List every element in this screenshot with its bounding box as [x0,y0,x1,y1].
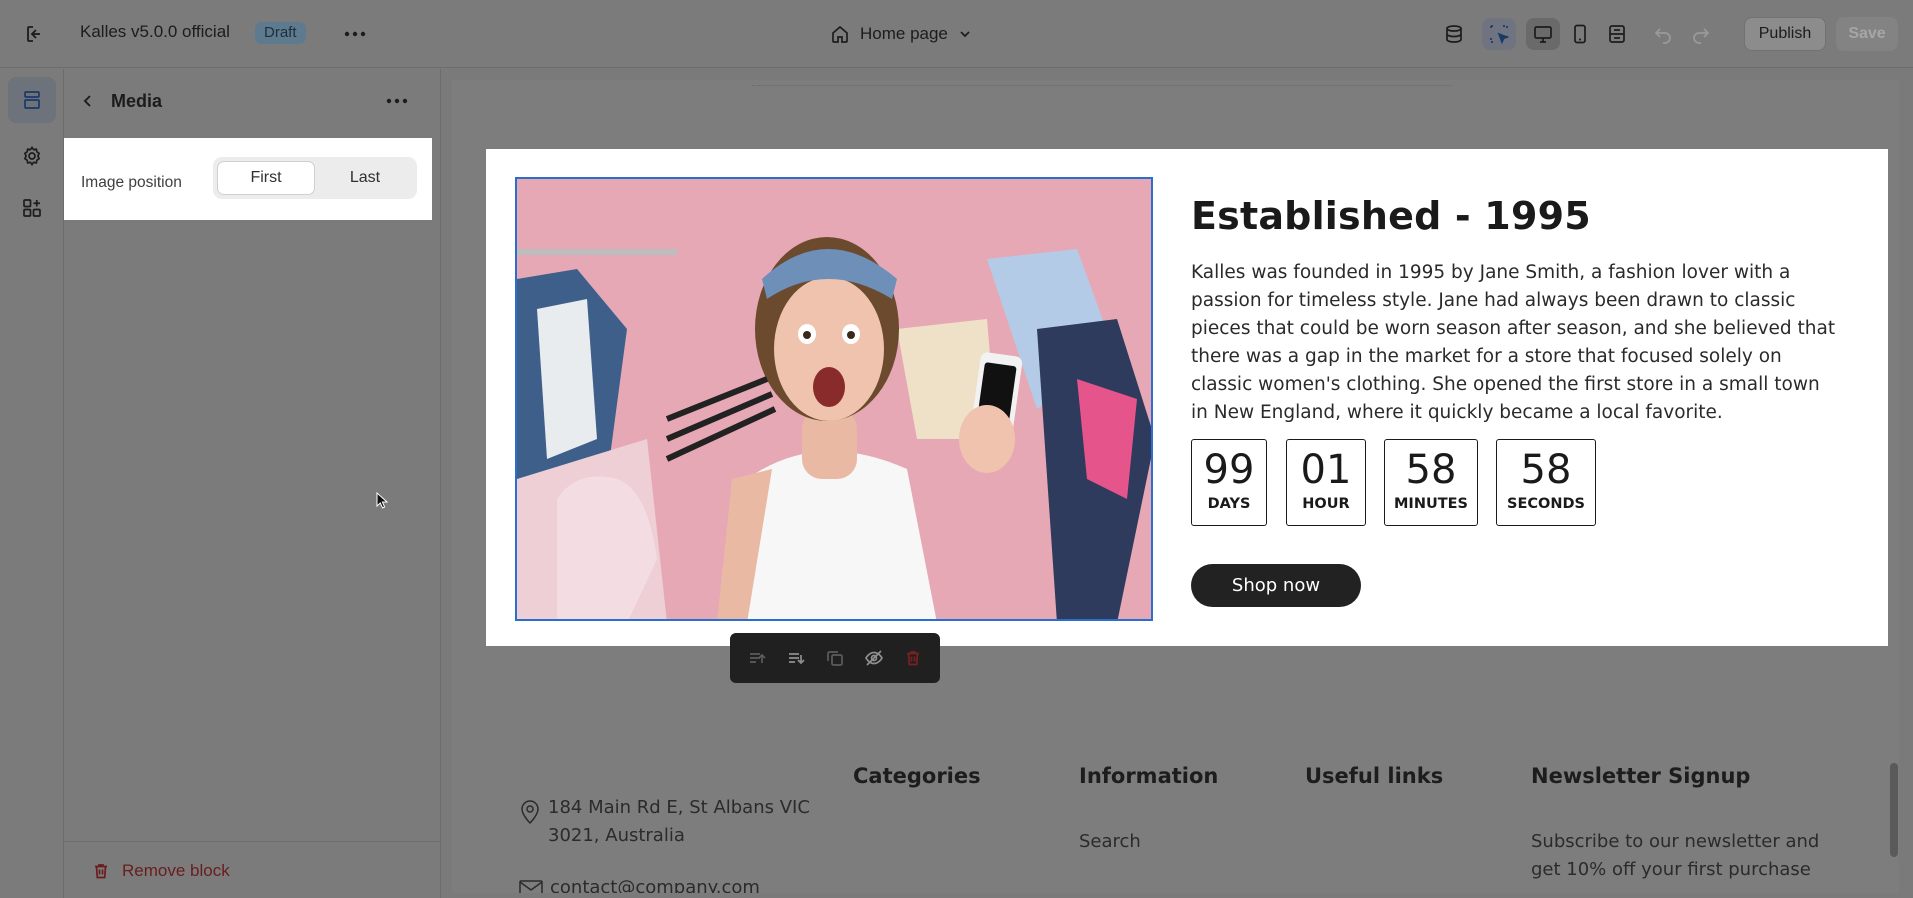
block-toolbar [730,633,940,683]
panel-header: Media [64,69,441,133]
select-icon[interactable] [1482,18,1516,50]
countdown-seconds: 58 SECONDS [1496,439,1596,526]
truncated-previous-section [752,80,1452,86]
preview-canvas: Established - 1995 Kalles was founded in… [452,80,1899,893]
footer-email[interactable]: contact@company.com [550,874,760,893]
store-name: Kalles v5.0.0 official [80,22,230,41]
mobile-icon[interactable] [1563,18,1597,50]
shop-now-button[interactable]: Shop now [1191,564,1361,607]
footer-link-search[interactable]: Search [1079,828,1141,856]
option-first[interactable]: First [217,161,315,195]
back-icon[interactable] [76,89,100,113]
duplicate-icon[interactable] [819,642,851,674]
chevron-down-icon [960,31,970,38]
footer-address-line2: 3021, Australia [548,825,685,846]
settings-panel: Media Image position First Last Remove b… [64,69,441,898]
newsletter-text-line2: get 10% off your first purchase [1531,859,1811,880]
database-icon[interactable] [1437,18,1471,50]
panel-title: Media [111,91,163,111]
countdown-days-value: 99 [1203,447,1255,493]
trash-icon [95,864,107,879]
countdown-hour-value: 01 [1300,447,1352,493]
countdown-minutes-value: 58 [1405,447,1457,493]
option-last[interactable]: Last [317,161,413,195]
footer-address-line1: 184 Main Rd E, St Albans VIC [548,797,810,818]
panel-more-icon[interactable] [382,87,412,115]
countdown-seconds-unit: SECONDS [1507,496,1585,512]
mouse-cursor [376,491,389,515]
undo-icon[interactable] [1646,18,1680,50]
mail-icon [519,880,543,893]
move-down-icon[interactable] [780,642,812,674]
section-heading: Established - 1995 [1191,194,1591,238]
page-selector-label: Home page [860,24,948,43]
countdown-hour: 01 HOUR [1286,439,1366,526]
gear-icon[interactable] [8,133,56,179]
image-position-toggle: First Last [213,157,417,199]
left-rail [0,69,64,898]
home-icon [832,25,848,43]
delete-icon[interactable] [897,642,929,674]
footer-col-categories: Categories [853,764,981,788]
page-selector[interactable]: Home page [830,20,972,48]
remove-block-label: Remove block [122,861,230,880]
exit-icon[interactable] [20,20,50,48]
countdown-minutes-unit: MINUTES [1394,496,1468,512]
desktop-icon[interactable] [1526,18,1560,50]
footer-col-newsletter: Newsletter Signup [1531,764,1751,788]
image-with-text-section[interactable]: Established - 1995 Kalles was founded in… [486,149,1888,646]
save-button[interactable]: Save [1836,17,1898,51]
countdown-days: 99 DAYS [1191,439,1267,526]
preview-scrollbar[interactable] [1890,763,1898,857]
status-badge: Draft [255,22,306,44]
countdown-days-unit: DAYS [1207,496,1251,512]
publish-button[interactable]: Publish [1744,17,1826,51]
media-block-image[interactable] [515,177,1153,621]
more-icon[interactable] [340,20,370,48]
countdown-minutes: 58 MINUTES [1384,439,1478,526]
sections-icon[interactable] [8,77,56,123]
move-up-icon[interactable] [741,642,773,674]
footer-col-information: Information [1079,764,1219,788]
image-position-label: Image position [81,174,182,191]
apps-icon[interactable] [8,185,56,231]
countdown-seconds-value: 58 [1520,447,1572,493]
remove-block-button[interactable]: Remove block [92,861,230,881]
top-bar: Kalles v5.0.0 official Draft Home page P… [0,0,1913,68]
location-icon [521,800,539,825]
newsletter-text-line1: Subscribe to our newsletter and [1531,831,1820,852]
eye-off-icon[interactable] [858,642,890,674]
redo-icon[interactable] [1684,18,1718,50]
footer-col-useful-links: Useful links [1305,764,1444,788]
image-position-setting: Image position First Last [64,138,432,220]
panel-footer: Remove block [64,841,441,898]
section-description: Kalles was founded in 1995 by Jane Smith… [1191,262,1836,423]
fullwidth-icon[interactable] [1600,18,1634,50]
countdown-hour-unit: HOUR [1302,496,1350,512]
